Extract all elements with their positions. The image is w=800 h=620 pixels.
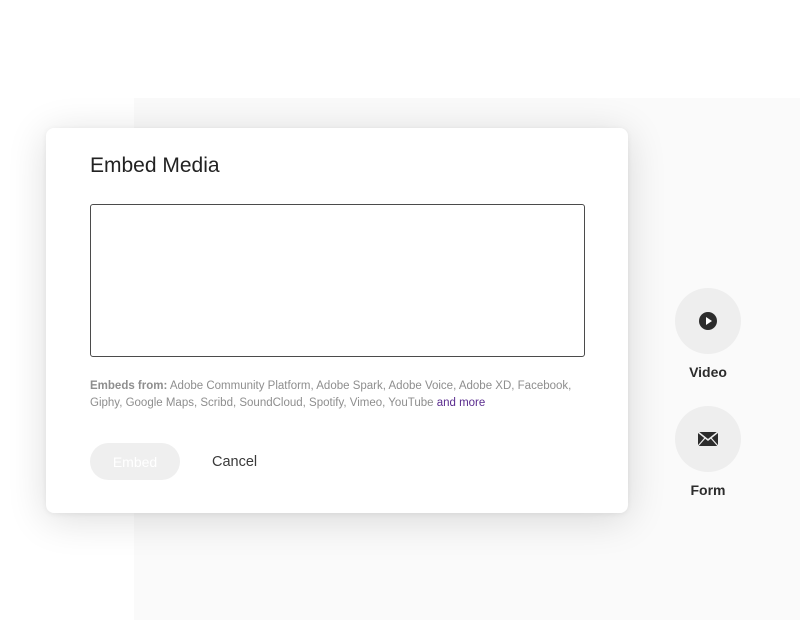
dialog-title: Embed Media [90, 154, 220, 177]
cancel-button[interactable]: Cancel [198, 443, 271, 480]
tile-video-label: Video [689, 364, 727, 380]
embeds-from-note: Embeds from: Adobe Community Platform, A… [90, 378, 590, 412]
envelope-icon [697, 431, 719, 447]
embed-button[interactable]: Embed [90, 443, 180, 480]
tile-video-circle [675, 288, 741, 354]
embed-code-input[interactable] [90, 204, 585, 357]
tile-form-label: Form [690, 482, 726, 498]
play-circle-icon [699, 312, 717, 330]
embeds-from-label: Embeds from: [90, 380, 168, 392]
tile-form[interactable]: Form [658, 406, 758, 498]
tile-video[interactable]: Video [658, 288, 758, 380]
embed-media-dialog: Embed Media Embeds from: Adobe Community… [46, 128, 628, 513]
page: m ns Video Form Embed Media Embeds from: [0, 0, 800, 620]
and-more-link[interactable]: and more [437, 397, 486, 409]
tile-form-circle [675, 406, 741, 472]
